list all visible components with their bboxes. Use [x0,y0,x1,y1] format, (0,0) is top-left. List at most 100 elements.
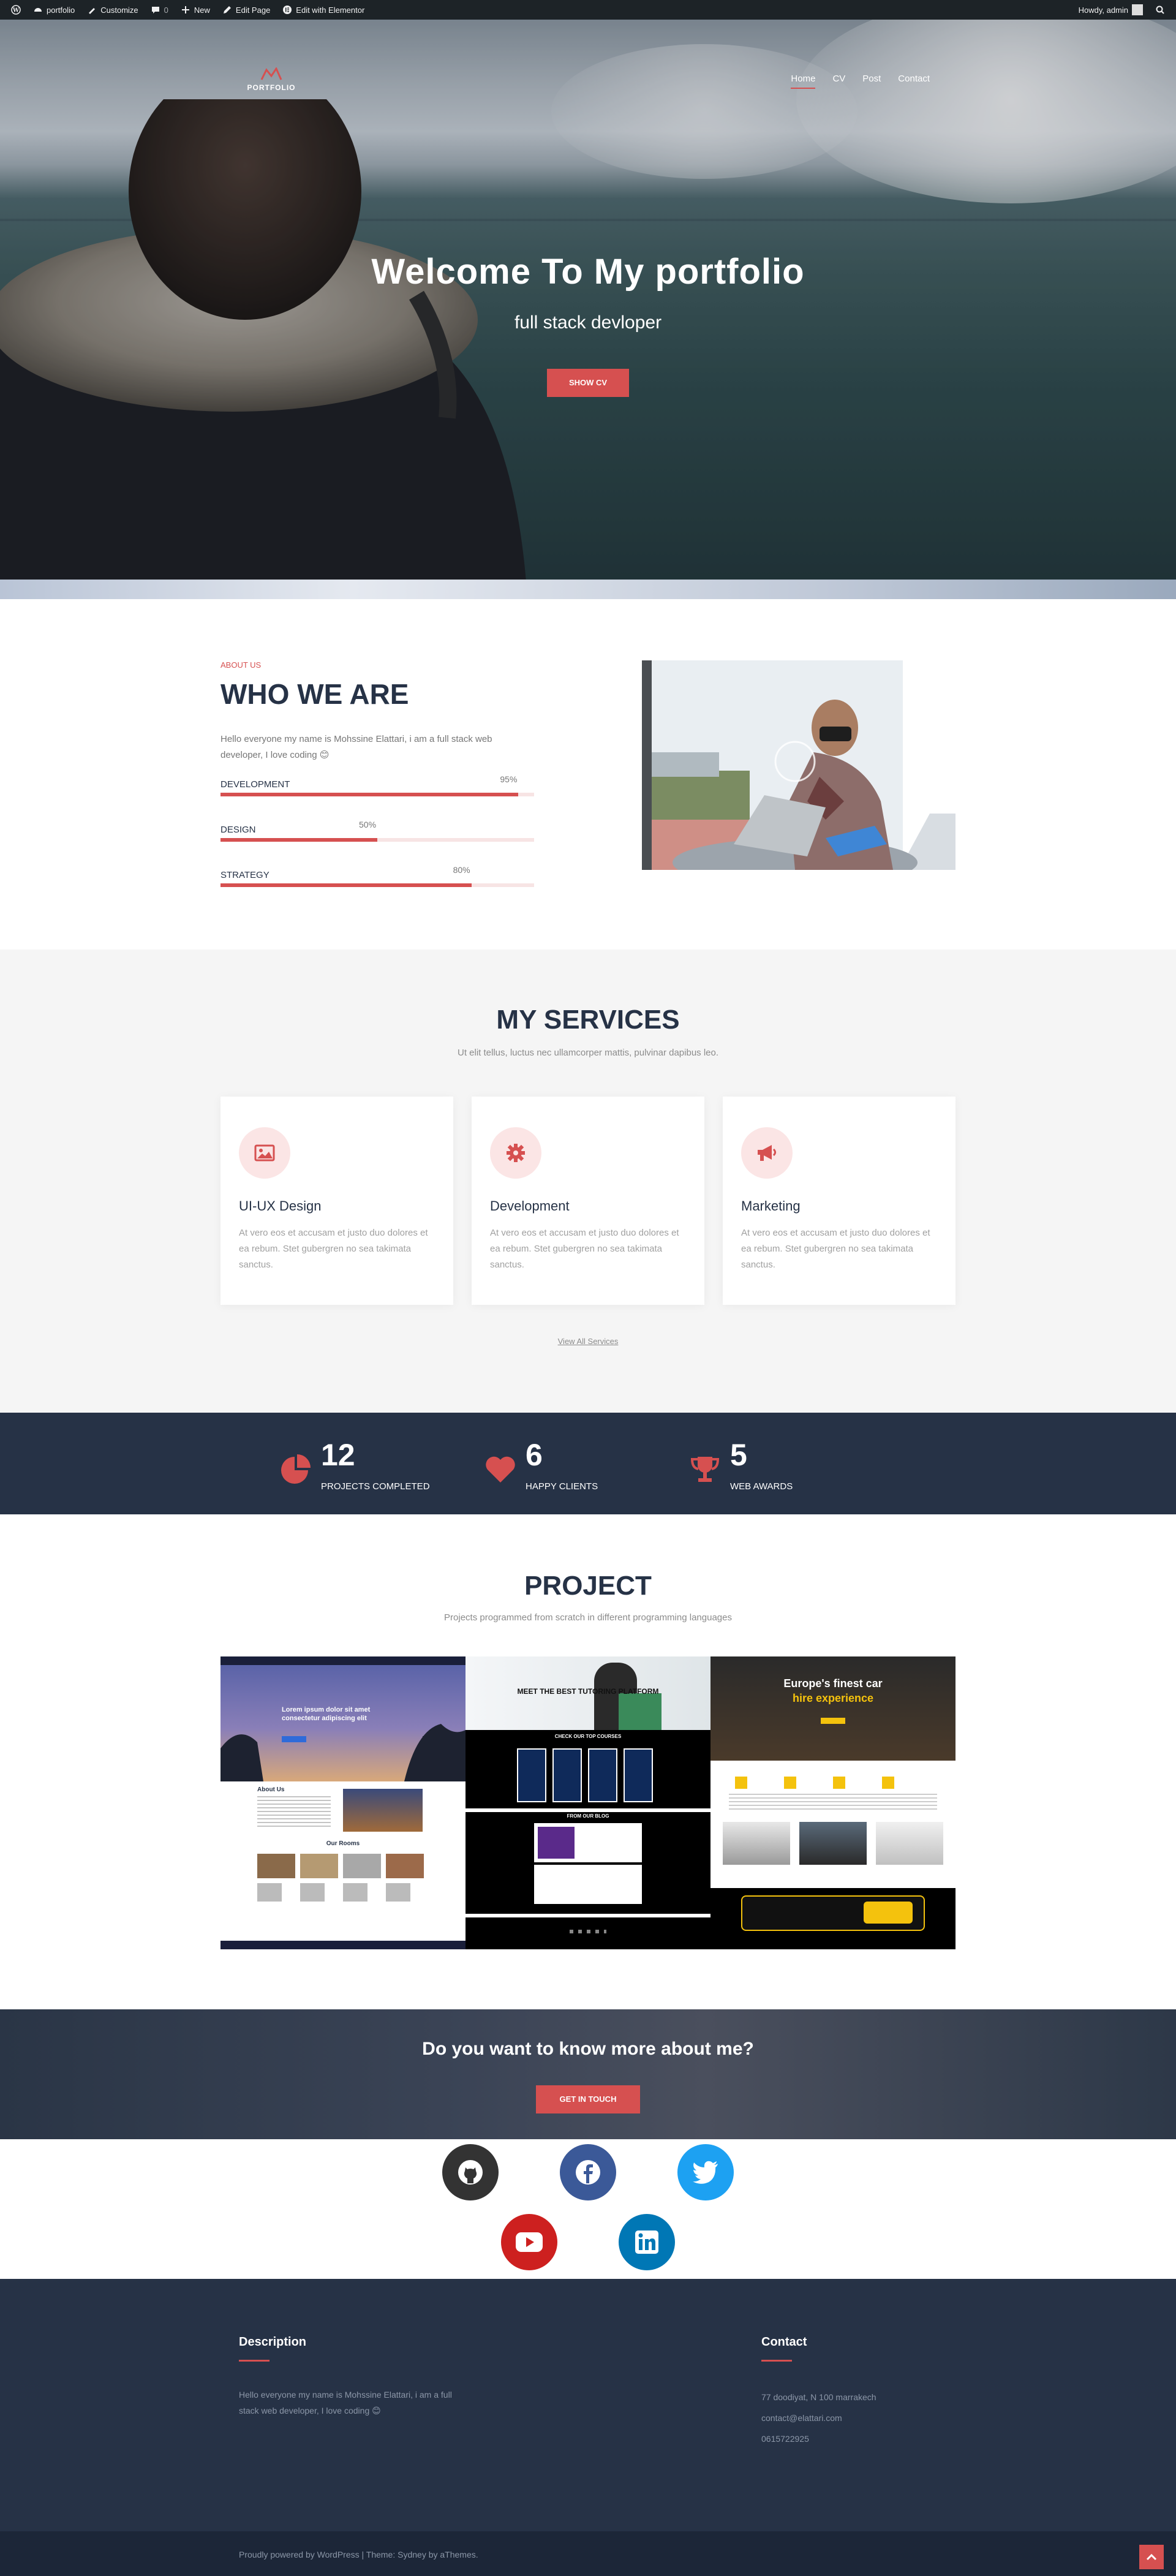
admin-bar: W portfolio Customize 0 New Edit Page Ed… [0,0,1176,20]
new-label: New [194,5,210,15]
services-title: MY SERVICES [496,1005,680,1035]
customize-label: Customize [100,5,138,15]
footer-contact-title: Contact [761,2335,807,2349]
chevron-up-icon [1146,2553,1157,2561]
service-desc: At vero eos et accusam et justo duo dolo… [490,1228,679,1270]
image-icon [239,1127,290,1179]
twitter-icon [693,2161,718,2184]
skill-track [221,883,534,887]
site-logo[interactable]: PORTFOLIO [244,67,299,92]
stat-number: 6 [526,1438,543,1472]
new-content-button[interactable]: New [175,0,216,20]
avatar [1132,4,1143,15]
hero-overlay [0,20,1176,580]
skill-label: DEVELOPMENT [221,779,290,790]
skill-percent: 80% [453,865,470,875]
comments-button[interactable]: 0 [145,0,175,20]
search-icon [1155,5,1165,15]
hero-title: Welcome To My portfolio [371,252,805,292]
service-name: Development [490,1198,570,1214]
stat-number: 12 [321,1438,355,1472]
gear-icon [490,1127,541,1179]
facebook-button[interactable] [560,2144,616,2200]
main-nav: Home CV Post Contact [791,74,930,89]
nav-post[interactable]: Post [862,74,881,89]
customize-button[interactable]: Customize [81,0,144,20]
project-hotel-site: Lorem ipsum dolor sit amet consectetur a… [221,1656,466,1949]
project-subtitle: Projects programmed from scratch in diff… [444,1612,732,1623]
edit-page-label: Edit Page [235,5,271,15]
stat-label: HAPPY CLIENTS [526,1481,598,1492]
project-tutoring-headline: MEET THE BEST TUTORING PLATFORM [517,1687,659,1696]
hero-section: PORTFOLIO Home CV Post Contact Welcome T… [0,20,1176,580]
footer-description-text: Hello everyone my name is Mohssine Elatt… [239,2390,452,2415]
service-card-ui-ux: UI-UX Design At vero eos et accusam et j… [221,1097,453,1305]
about-photo [642,660,956,870]
skill-track [221,793,534,796]
github-button[interactable] [442,2144,499,2200]
facebook-icon [576,2160,600,2185]
services-section: MY SERVICES Ut elit tellus, luctus nec u… [0,950,1176,1413]
edit-elementor-button[interactable]: Edit with Elementor [276,0,371,20]
cta-section: Do you want to know more about me? GET I… [0,2009,1176,2139]
skill-label: DESIGN [221,825,256,835]
linkedin-button[interactable] [619,2214,675,2270]
view-all-services-link[interactable]: View All Services [0,1337,1176,1346]
heart-icon [486,1456,515,1483]
skill-strategy: STRATEGY 80% [221,865,534,894]
social-section [0,2139,1176,2279]
skill-track [221,838,534,842]
footer-email[interactable]: contact@elattari.com [761,2410,842,2426]
stat-label: WEB AWARDS [730,1481,793,1492]
elementor-icon [282,5,292,15]
back-to-top-button[interactable] [1139,2545,1164,2569]
get-in-touch-button[interactable]: GET IN TOUCH [536,2085,640,2113]
comment-icon [151,5,160,15]
megaphone-icon [741,1127,793,1179]
linkedin-icon [635,2230,658,2254]
youtube-button[interactable] [501,2214,557,2270]
youtube-icon [516,2232,543,2252]
nav-home[interactable]: Home [791,74,816,89]
stats-section: 12 PROJECTS COMPLETED 6 HAPPY CLIENTS 5 … [0,1413,1176,1514]
project-tutoring-blog: FROM OUR BLOG [567,1813,609,1819]
nav-cv[interactable]: CV [832,74,845,89]
service-name: UI-UX Design [239,1198,322,1214]
project-tutoring-courses: CHECK OUR TOP COURSES [554,1734,622,1739]
skill-fill [221,793,519,796]
trophy-icon [690,1457,720,1482]
services-subtitle: Ut elit tellus, luctus nec ullamcorper m… [457,1048,719,1058]
nav-contact[interactable]: Contact [898,74,930,89]
twitter-button[interactable] [677,2144,734,2200]
about-title: WHO WE ARE [221,678,409,710]
footer-title-underline [761,2360,792,2362]
account-menu[interactable]: Howdy, admin [1072,0,1149,20]
skill-label: STRATEGY [221,870,270,880]
project-car-headline-2: hire experience [792,1692,874,1704]
footer-description-title: Description [239,2335,307,2349]
project-section: PROJECT Projects programmed from scratch… [0,1514,1176,2009]
admin-search-button[interactable] [1149,0,1171,20]
about-eyebrow: ABOUT US [221,660,262,670]
logo-text: PORTFOLIO [247,83,296,92]
footer-address: 77 doodiyat, N 100 marrakech [761,2392,876,2402]
wordpress-logo-button[interactable]: W [5,0,27,20]
skill-percent: 50% [359,820,377,829]
dashboard-icon [33,5,43,15]
show-cv-button[interactable]: SHOW CV [547,369,629,397]
project-car-headline-1: Europe's finest car [783,1677,883,1690]
stat-number: 5 [730,1438,747,1472]
skill-fill [221,883,472,887]
edit-page-button[interactable]: Edit Page [216,0,276,20]
project-gallery-image[interactable]: Lorem ipsum dolor sit amet consectetur a… [221,1656,956,1949]
service-card-marketing: Marketing At vero eos et accusam et just… [723,1097,956,1305]
about-text: Hello everyone my name is Mohssine Elatt… [221,734,492,760]
skill-percent: 95% [500,774,518,784]
logo-icon [260,67,282,80]
comments-count: 0 [164,5,168,15]
footer-phone[interactable]: 0615722925 [761,2431,809,2447]
pie-chart-icon [281,1454,311,1484]
skill-fill [221,838,377,842]
site-name-button[interactable]: portfolio [27,0,81,20]
project-tutoring-site: MEET THE BEST TUTORING PLATFORM CHECK OU… [466,1656,710,1949]
